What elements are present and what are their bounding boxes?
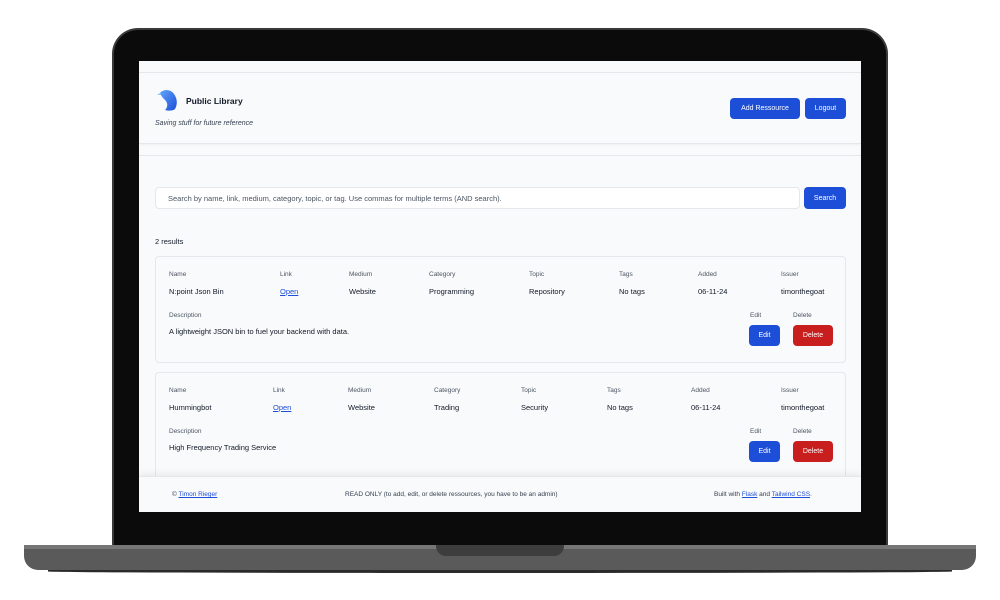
edit-button[interactable]: Edit: [749, 441, 780, 462]
bird-logo-icon: [157, 90, 177, 111]
category-label: Category: [434, 387, 461, 394]
open-link[interactable]: Open: [280, 287, 298, 296]
medium-label: Medium: [348, 387, 372, 394]
resource-issuer: timonthegoat: [781, 287, 825, 296]
resource-tags: No tags: [619, 287, 645, 296]
topic-label: Topic: [521, 387, 537, 394]
period-text: .: [810, 491, 812, 498]
resource-added: 06-11-24: [691, 403, 721, 412]
app-footer: © Timon Rieger READ ONLY (to add, edit, …: [139, 476, 861, 512]
resource-name: N:point Json Bin: [169, 287, 224, 296]
resource-issuer: timonthegoat: [781, 403, 825, 412]
edit-label: Edit: [750, 428, 762, 435]
flask-link[interactable]: Flask: [742, 491, 758, 498]
built-with-text: Built with: [714, 491, 741, 498]
delete-label: Delete: [793, 428, 812, 435]
resource-added: 06-11-24: [698, 287, 728, 296]
tailwind-link[interactable]: Tailwind CSS: [772, 491, 810, 498]
edit-label: Edit: [750, 312, 762, 319]
resource-description: High Frequency Trading Service: [169, 443, 277, 452]
topic-label: Topic: [529, 271, 545, 278]
resource-category: Trading: [434, 403, 460, 412]
category-label: Category: [429, 271, 456, 278]
app-title: Public Library: [186, 96, 243, 106]
logout-button[interactable]: Logout: [805, 98, 846, 119]
tags-label: Tags: [619, 271, 633, 278]
tags-label: Tags: [607, 387, 621, 394]
copyright-symbol: ©: [172, 491, 177, 498]
search-button[interactable]: Search: [804, 187, 846, 209]
search-input[interactable]: [155, 187, 800, 209]
edit-button[interactable]: Edit: [749, 325, 780, 346]
resource-description: A lightweight JSON bin to fuel your back…: [169, 327, 350, 336]
name-label: Name: [169, 271, 187, 278]
delete-button[interactable]: Delete: [793, 441, 833, 462]
added-label: Added: [691, 387, 710, 394]
delete-label: Delete: [793, 312, 812, 319]
description-label: Description: [169, 428, 202, 435]
description-label: Description: [169, 312, 202, 319]
added-label: Added: [698, 271, 717, 278]
results-count: 2 results: [155, 237, 184, 246]
laptop-notch: [436, 545, 564, 556]
issuer-label: Issuer: [781, 387, 799, 394]
resource-card: Name Link Medium Category Topic Tags Add…: [155, 256, 846, 363]
and-text: and: [759, 491, 771, 498]
link-label: Link: [280, 271, 292, 278]
author-link[interactable]: Timon Rieger: [179, 491, 218, 498]
app-screen: Public Library Saving stuff for future r…: [139, 61, 861, 512]
resource-topic: Security: [521, 403, 549, 412]
app-header: Public Library Saving stuff for future r…: [139, 72, 861, 144]
resource-medium: Website: [349, 287, 376, 296]
section-divider: [139, 155, 861, 156]
issuer-label: Issuer: [781, 271, 799, 278]
resource-card: Name Link Medium Category Topic Tags Add…: [155, 372, 846, 482]
resource-medium: Website: [348, 403, 375, 412]
footer-copyright: © Timon Rieger: [172, 491, 217, 498]
resource-name: Hummingbot: [169, 403, 212, 412]
laptop-shadow: [48, 570, 952, 573]
resource-category: Programming: [429, 287, 475, 296]
footer-credits: Built with Flask and Tailwind CSS.: [714, 491, 812, 498]
name-label: Name: [169, 387, 187, 394]
resource-topic: Repository: [529, 287, 565, 296]
link-label: Link: [273, 387, 285, 394]
open-link[interactable]: Open: [273, 403, 291, 412]
footer-notice: READ ONLY (to add, edit, or delete resso…: [345, 491, 558, 498]
app-tagline: Saving stuff for future reference: [155, 120, 254, 127]
medium-label: Medium: [349, 271, 373, 278]
resource-tags: No tags: [607, 403, 633, 412]
add-ressource-button[interactable]: Add Ressource: [730, 98, 800, 119]
delete-button[interactable]: Delete: [793, 325, 833, 346]
